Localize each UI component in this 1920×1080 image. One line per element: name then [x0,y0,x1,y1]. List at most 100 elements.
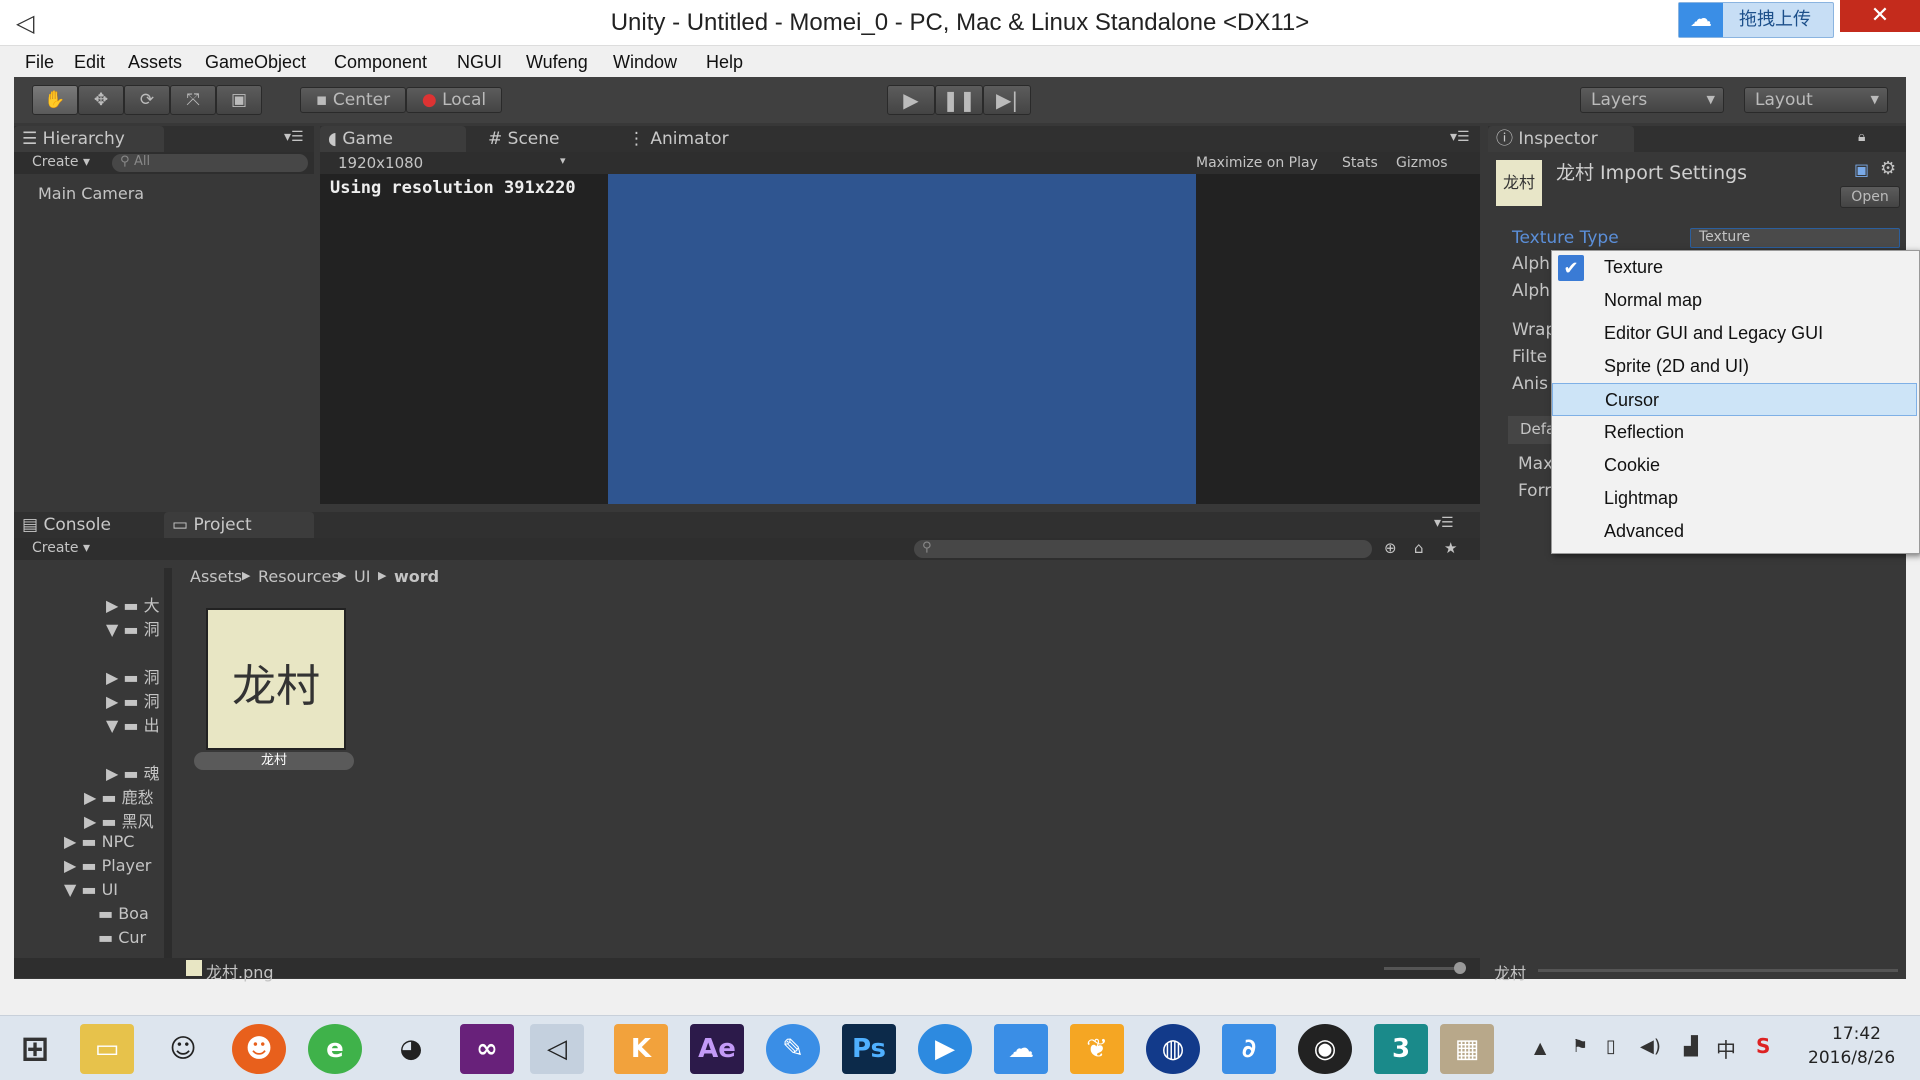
tab-project[interactable]: ▭ Project [164,512,314,538]
breadcrumb-item[interactable]: Resources [258,567,340,586]
ime-indicator[interactable]: 中 [1716,1034,1736,1063]
tab-scene[interactable]: # Scene [480,126,590,152]
clock-date[interactable]: 2016/8/26 [1808,1048,1895,1068]
zoom-slider[interactable] [1384,967,1464,970]
menu-edit[interactable]: Edit [74,46,105,78]
menu-item-reflection[interactable]: Reflection [1552,416,1917,449]
gizmos-dropdown[interactable]: Gizmos [1396,155,1448,171]
panel-menu-icon[interactable]: ▾☰ [1434,515,1454,531]
menu-item-editor-gui[interactable]: Editor GUI and Legacy GUI [1552,317,1917,350]
menu-item-sprite[interactable]: Sprite (2D and UI) [1552,350,1917,383]
tree-item[interactable]: ▬ Boa [98,904,149,923]
image-viewer-icon[interactable]: ▦ [1440,1024,1494,1074]
asset-label[interactable]: 龙村 [194,752,354,770]
tree-scrollbar[interactable] [164,568,172,968]
upload-button[interactable]: ☁ 拖拽上传 [1678,2,1834,38]
texture-asset-tile[interactable]: 龙村 [206,608,346,750]
toolbox-icon[interactable]: K [614,1024,668,1074]
panel-menu-icon[interactable]: ▾☰ [284,129,304,145]
tab-inspector[interactable]: ⓘ Inspector [1488,126,1634,152]
resolution-dropdown[interactable]: 1920x1080 [338,154,423,172]
rect-icon[interactable]: ▣ [216,85,262,115]
network-icon[interactable]: ▟ [1684,1036,1698,1057]
clock-time[interactable]: 17:42 [1832,1024,1881,1044]
play-button[interactable]: ▶ [887,85,935,115]
pen-icon[interactable]: ✎ [766,1024,820,1074]
menu-item-cookie[interactable]: Cookie [1552,449,1917,482]
unity-icon[interactable]: ◁ [530,1024,584,1074]
menu-ngui[interactable]: NGUI [457,46,502,78]
after-effects-icon[interactable]: Ae [690,1024,744,1074]
tab-console[interactable]: ▤ Console [14,512,164,538]
tree-item[interactable]: ▼ ▬ 洞 [106,616,160,640]
battery-icon[interactable]: ▯ [1606,1036,1616,1057]
menu-assets[interactable]: Assets [128,46,182,78]
center-button[interactable]: ▪ Center [300,87,406,113]
start-button[interactable]: ⊞ [8,1024,62,1074]
menu-help[interactable]: Help [706,46,743,78]
tag-icon[interactable]: ⌂ [1414,539,1424,557]
breadcrumb-item[interactable]: Assets [190,567,242,586]
menu-item-lightmap[interactable]: Lightmap [1552,482,1917,515]
tree-item[interactable]: ▶ ▬ 鹿愁 [84,784,154,808]
menu-component[interactable]: Component [334,46,427,78]
feather-icon[interactable]: ❦ [1070,1024,1124,1074]
pause-button[interactable]: ❚❚ [935,85,983,115]
hierarchy-search-input[interactable]: ⚲ All [112,154,308,172]
browser-icon[interactable]: e [308,1024,362,1074]
tree-item[interactable]: ▶ ▬ 魂 [106,760,160,784]
github-icon[interactable]: ◉ [1298,1024,1352,1074]
lock-icon[interactable]: 🔒︎ [1858,129,1865,145]
project-create-button[interactable]: Create ▾ [32,540,90,556]
game-render-view[interactable] [608,174,1196,504]
stats-toggle[interactable]: Stats [1342,155,1378,171]
visual-studio-icon[interactable]: ∞ [460,1024,514,1074]
tree-item[interactable]: ▶ ▬ 黑风 [84,808,154,832]
tree-item[interactable]: ▶ ▬ 洞 [106,688,160,712]
tree-item[interactable]: ▼ ▬ UI [64,880,118,899]
local-button[interactable]: ● Local [406,87,502,113]
step-button[interactable]: ▶| [983,85,1031,115]
baidu-icon[interactable]: ∂ [1222,1024,1276,1074]
tab-hierarchy[interactable]: ☰ Hierarchy [14,126,164,152]
tree-item[interactable]: ▶ ▬ 洞 [106,664,160,688]
rotate-icon[interactable]: ⟳ [124,85,170,115]
menu-file[interactable]: File [25,46,54,78]
menu-wufeng[interactable]: Wufeng [526,46,588,78]
player-icon[interactable]: ▶ [918,1024,972,1074]
hierarchy-create-button[interactable]: Create ▾ [32,154,90,170]
filter-type-icon[interactable]: ⊕ [1384,539,1397,557]
project-search-input[interactable]: ⚲ [914,540,1372,558]
maximize-on-play-toggle[interactable]: Maximize on Play [1196,155,1318,171]
tab-animator[interactable]: ⋮ Animator [620,126,750,152]
tree-item[interactable]: ▬ Cur [98,928,146,947]
game-icon[interactable]: ☻ [232,1024,286,1074]
photoshop-icon[interactable]: Ps [842,1024,896,1074]
tree-item[interactable]: ▼ ▬ 出 [106,712,160,736]
tab-game[interactable]: ◖ Game [320,126,466,152]
breadcrumb-item[interactable]: word [394,567,439,586]
menu-item-texture[interactable]: ✔ Texture [1552,251,1917,284]
layout-dropdown[interactable]: Layout ▼ [1744,87,1888,113]
hierarchy-item[interactable]: Main Camera [38,184,144,203]
menu-item-cursor[interactable]: Cursor [1552,383,1917,416]
flag-icon[interactable]: ⚑ [1572,1036,1588,1057]
close-button[interactable]: ✕ [1840,0,1920,32]
volume-icon[interactable]: ◀) [1640,1036,1661,1057]
hand-icon[interactable]: ✋ [32,85,78,115]
gear-icon[interactable]: ⚙ [1880,158,1896,179]
file-explorer-icon[interactable]: ▭ [80,1024,134,1074]
zoom-slider-handle[interactable] [1454,962,1466,974]
tree-item[interactable]: ▶ ▬ NPC [64,832,134,851]
menu-item-normal-map[interactable]: Normal map [1552,284,1917,317]
globe-icon[interactable]: ◍ [1146,1024,1200,1074]
tree-item[interactable]: ▶ ▬ Player [64,856,151,875]
preview-divider[interactable] [1538,969,1898,972]
help-icon[interactable]: ▣ [1854,160,1869,179]
tree-item[interactable]: ▶ ▬ 大 [106,592,160,616]
breadcrumb-item[interactable]: UI [354,567,370,586]
panel-menu-icon[interactable]: ▾☰ [1450,129,1470,145]
scale-icon[interactable]: ⤧ [170,85,216,115]
star-icon[interactable]: ★ [1444,539,1457,557]
layers-dropdown[interactable]: Layers ▼ [1580,87,1724,113]
